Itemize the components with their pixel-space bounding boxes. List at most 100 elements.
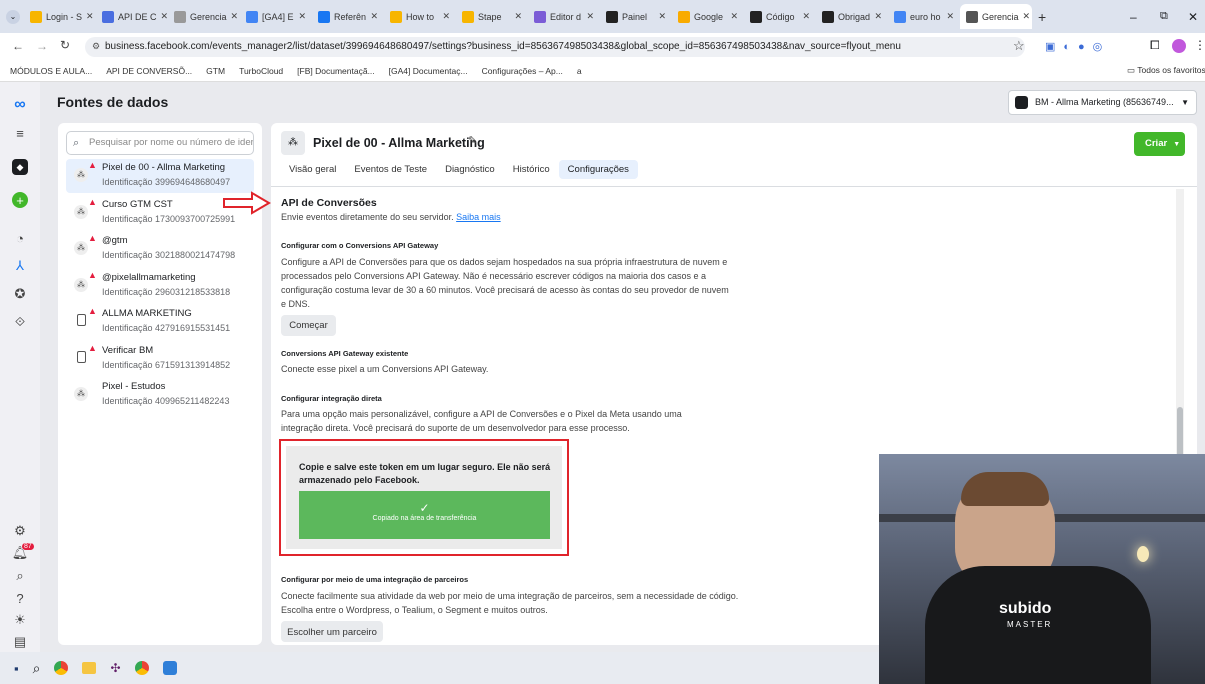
panel-toggle-icon[interactable]: ▤ — [12, 634, 28, 650]
search-icon[interactable]: ⌕ — [33, 660, 41, 677]
browser-tab[interactable]: Painel ✕ — [600, 4, 672, 29]
profile-avatar[interactable] — [1172, 39, 1186, 53]
browser-tab[interactable]: Google ✕ — [672, 4, 744, 29]
close-tab-icon[interactable]: ✕ — [442, 11, 450, 22]
close-tab-icon[interactable]: ✕ — [658, 11, 666, 22]
browser-tab[interactable]: Gerencia ✕ — [960, 4, 1032, 29]
forward-icon[interactable]: → — [36, 39, 48, 53]
search-input[interactable]: ⌕ Pesquisar por nome ou número de ider — [66, 131, 254, 155]
close-window-button[interactable]: ✕ — [1188, 10, 1198, 24]
create-button[interactable]: Criar ▼ — [1134, 132, 1185, 156]
chrome-icon[interactable] — [54, 661, 69, 675]
search-icon[interactable]: ⌕ — [12, 568, 28, 584]
close-tab-icon[interactable]: ✕ — [730, 11, 738, 22]
close-tab-icon[interactable]: ✕ — [874, 11, 882, 22]
tab-favicon-icon — [246, 10, 258, 23]
minimize-button[interactable]: – — [1130, 10, 1137, 24]
help-icon[interactable]: ? — [12, 590, 28, 606]
hamburger-menu-icon[interactable]: ≡ — [12, 125, 28, 141]
bookmark-star-icon[interactable]: ☆ — [1013, 38, 1025, 54]
bookmark-item[interactable]: TurboCloud — [239, 66, 283, 76]
tab-configura-es[interactable]: Configurações — [558, 160, 638, 179]
start-button[interactable]: Começar — [281, 315, 336, 336]
business-account-icon[interactable]: ◆ — [12, 159, 28, 175]
bug-report-icon[interactable]: ☀ — [12, 612, 28, 628]
slack-icon[interactable]: ✣ — [110, 661, 120, 675]
tab-label: Referên — [334, 11, 367, 22]
bookmark-item[interactable]: Configurações – Ap... — [482, 66, 563, 76]
browser-tab[interactable]: Editor d ✕ — [528, 4, 600, 29]
chrome-profile-icon[interactable] — [134, 661, 149, 675]
tab-diagn-stico[interactable]: Diagnóstico — [436, 160, 504, 179]
bookmark-item[interactable]: GTM — [206, 66, 225, 76]
tab-vis-o-geral[interactable]: Visão geral — [280, 160, 345, 179]
close-tab-icon[interactable]: ✕ — [298, 11, 306, 22]
warning-icon: ▲ — [88, 233, 97, 243]
all-favorites[interactable]: ▭ Todos os favoritos — [1127, 65, 1205, 76]
data-source-item[interactable]: ▲ Verificar BM Identificação 6715913139148… — [66, 342, 254, 376]
browser-tab[interactable]: euro ho ✕ — [888, 4, 960, 29]
tab-search-icon[interactable]: ⌄ — [6, 9, 20, 24]
meta-logo-icon[interactable]: ∞ — [12, 96, 28, 113]
bookmark-item[interactable]: a — [577, 66, 582, 76]
data-source-item[interactable]: ▲ ALLMA MARKETING Identificação 4279169155… — [66, 305, 254, 339]
file-explorer-icon[interactable] — [82, 662, 97, 674]
close-tab-icon[interactable]: ✕ — [586, 11, 594, 22]
dashboard-icon[interactable]: ◔ — [12, 230, 28, 246]
source-name: Pixel de 00 - Allma Marketing — [102, 162, 226, 173]
windows-start-icon[interactable]: ▪ — [14, 661, 19, 676]
choose-partner-button[interactable]: Escolher um parceiro — [281, 621, 383, 642]
search-placeholder: Pesquisar por nome ou número de ider — [89, 137, 254, 148]
add-plus-icon[interactable]: + — [12, 192, 28, 208]
close-tab-icon[interactable]: ✕ — [86, 11, 94, 22]
tab-hist-rico[interactable]: Histórico — [504, 160, 559, 179]
bookmark-item[interactable]: [GA4] Documentaç... — [389, 66, 468, 76]
source-id: Identificação 3021880021474798 — [102, 250, 236, 260]
browser-tab[interactable]: Stape ✕ — [456, 4, 528, 29]
close-tab-icon[interactable]: ✕ — [370, 11, 378, 22]
browser-tab[interactable]: [GA4] E ✕ — [240, 4, 312, 29]
browser-tab[interactable]: Gerencia ✕ — [168, 4, 240, 29]
reload-icon[interactable]: ↻ — [60, 38, 70, 52]
tab-eventos-de-teste[interactable]: Eventos de Teste — [345, 160, 436, 179]
learn-more-link[interactable]: Saiba mais — [456, 212, 501, 222]
browser-tab[interactable]: Login - S ✕ — [24, 4, 96, 29]
data-source-item[interactable]: ⁂ ▲ @pixelallmamarketing Identificação 2960… — [66, 269, 254, 303]
data-source-item[interactable]: ⁂ Pixel - Estudos Identificação 4099652114… — [66, 378, 254, 412]
settings-gear-icon[interactable]: ⚙ — [12, 523, 28, 539]
data-source-item[interactable]: ⁂ ▲ Pixel de 00 - Allma Marketing Identific… — [66, 159, 254, 193]
restore-button[interactable]: ⧉ — [1160, 10, 1168, 23]
menu-kebab-icon[interactable]: ⋮ — [1194, 38, 1205, 52]
edit-pencil-icon[interactable]: ✎ — [468, 134, 477, 147]
photos-icon[interactable] — [162, 661, 177, 675]
close-tab-icon[interactable]: ✕ — [946, 11, 954, 22]
close-tab-icon[interactable]: ✕ — [161, 11, 168, 22]
token-copied-banner[interactable]: ✓ Copiado na área de transferência — [299, 491, 550, 539]
browser-tab[interactable]: How to ✕ — [384, 4, 456, 29]
close-tab-icon[interactable]: ✕ — [802, 11, 810, 22]
bookmark-item[interactable]: [FB] Documentaçã... — [297, 66, 374, 76]
url-field[interactable]: business.facebook.com/events_manager2/li… — [85, 37, 1025, 57]
extensions-puzzle-icon[interactable]: ⧠ — [1150, 38, 1160, 53]
source-id: Identificação 427916915531451 — [102, 323, 231, 333]
new-tab-button[interactable]: + — [1038, 9, 1046, 25]
browser-tab[interactable]: Código ✕ — [744, 4, 816, 29]
extension-icons[interactable]: ▣◐●◎ — [1045, 40, 1110, 53]
business-selector[interactable]: BM - Allma Marketing (85636749... ▼ — [1008, 90, 1197, 115]
data-source-item[interactable]: ⁂ ▲ @gtm Identificação 3021880021474798 — [66, 232, 254, 266]
ads-icon[interactable]: ✪ — [12, 286, 28, 302]
bookmark-item[interactable]: API DE CONVERSÕ... — [106, 66, 192, 76]
bookmark-item[interactable]: MÓDULOS E AULA... — [10, 66, 92, 76]
close-tab-icon[interactable]: ✕ — [514, 11, 522, 22]
close-tab-icon[interactable]: ✕ — [1023, 11, 1031, 22]
chevron-down-icon: ▼ — [1173, 141, 1181, 148]
browser-tab[interactable]: Referên ✕ — [312, 4, 384, 29]
browser-tab[interactable]: Obrigad ✕ — [816, 4, 888, 29]
tag-icon[interactable]: ⟐ — [12, 314, 28, 330]
back-icon[interactable]: ← — [12, 39, 24, 53]
header-divider — [271, 186, 1197, 187]
browser-tab[interactable]: API DE C ✕ — [96, 4, 168, 29]
events-manager-icon[interactable]: ⅄ — [12, 258, 28, 274]
site-info-icon[interactable]: ⚙ — [92, 41, 100, 52]
close-tab-icon[interactable]: ✕ — [231, 11, 239, 22]
